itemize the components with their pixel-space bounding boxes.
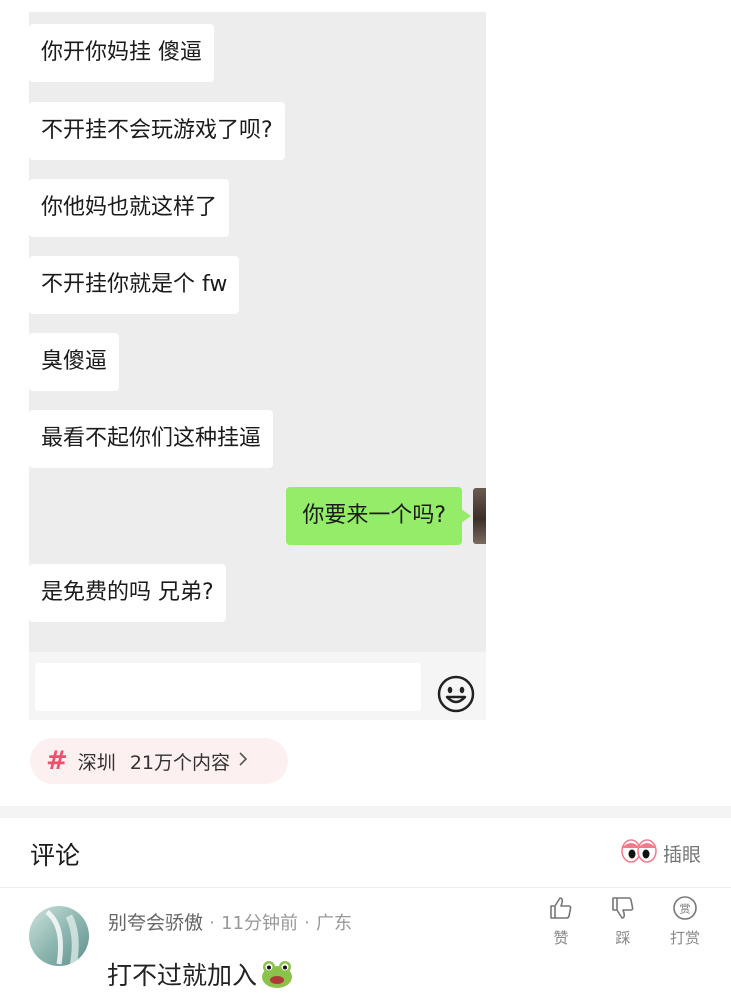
reward-icon: 赏: [672, 895, 698, 925]
chat-screenshot-image: 你开你妈挂 傻逼 不开挂不会玩游戏了呗? 你他妈也就这样了 不开挂你就是个 fw…: [29, 12, 486, 720]
thumbs-down-icon: [610, 895, 636, 925]
chat-bubble-right: 你要来一个吗?: [286, 487, 471, 545]
hashtag-icon: #: [46, 746, 68, 776]
thumbs-up-icon: [548, 895, 574, 925]
tip-button[interactable]: 赏 打赏: [654, 895, 716, 948]
chat-bubble-left: 你他妈也就这样了: [29, 179, 230, 237]
eyes-icon: [621, 838, 657, 868]
chevron-right-icon: [238, 751, 248, 771]
chat-input-box: [35, 663, 421, 711]
comment-username[interactable]: 别夸会骄傲: [108, 912, 203, 934]
dislike-button[interactable]: 踩: [592, 895, 654, 948]
divider: [0, 887, 731, 888]
chat-avatar: [473, 488, 486, 544]
smiley-face-icon: [436, 674, 476, 714]
topic-count: 21万个内容: [129, 751, 230, 774]
svg-text:赏: 赏: [680, 903, 691, 916]
comment-text: 打不过就加入: [107, 956, 294, 992]
comment-location: 广东: [316, 913, 353, 934]
like-label: 赞: [553, 929, 569, 947]
peek-button[interactable]: 插眼: [621, 838, 701, 868]
chat-input-bar: [29, 652, 486, 720]
frog-face-icon: [260, 959, 294, 989]
chat-bubble-left: 你开你妈挂 傻逼: [29, 24, 214, 82]
section-divider: [0, 806, 731, 818]
comment-meta: 别夸会骄傲 · 11分钟前 · 广东: [108, 912, 353, 934]
chat-bubble-left: 不开挂你就是个 fw: [29, 256, 240, 314]
like-button[interactable]: 赞: [530, 895, 592, 948]
topic-tag[interactable]: # 深圳 21万个内容: [30, 738, 288, 784]
chat-bubble-left: 最看不起你们这种挂逼: [29, 410, 274, 468]
avatar[interactable]: [29, 906, 89, 966]
topic-name: 深圳: [77, 751, 116, 774]
peek-label: 插眼: [662, 843, 701, 866]
chat-bubble-left: 不开挂不会玩游戏了呗?: [29, 102, 285, 160]
comment-time: 11分钟前: [221, 913, 298, 934]
chat-bubble-left: 臭傻逼: [29, 333, 120, 391]
dislike-label: 踩: [615, 929, 631, 947]
tip-label: 打赏: [669, 929, 700, 947]
comments-title: 评论: [30, 841, 81, 870]
comment-actions: 赞 踩 赏 打赏: [530, 895, 716, 948]
chat-bubble-left: 是免费的吗 兄弟?: [29, 564, 226, 622]
comment-body: 打不过就加入: [107, 961, 258, 990]
